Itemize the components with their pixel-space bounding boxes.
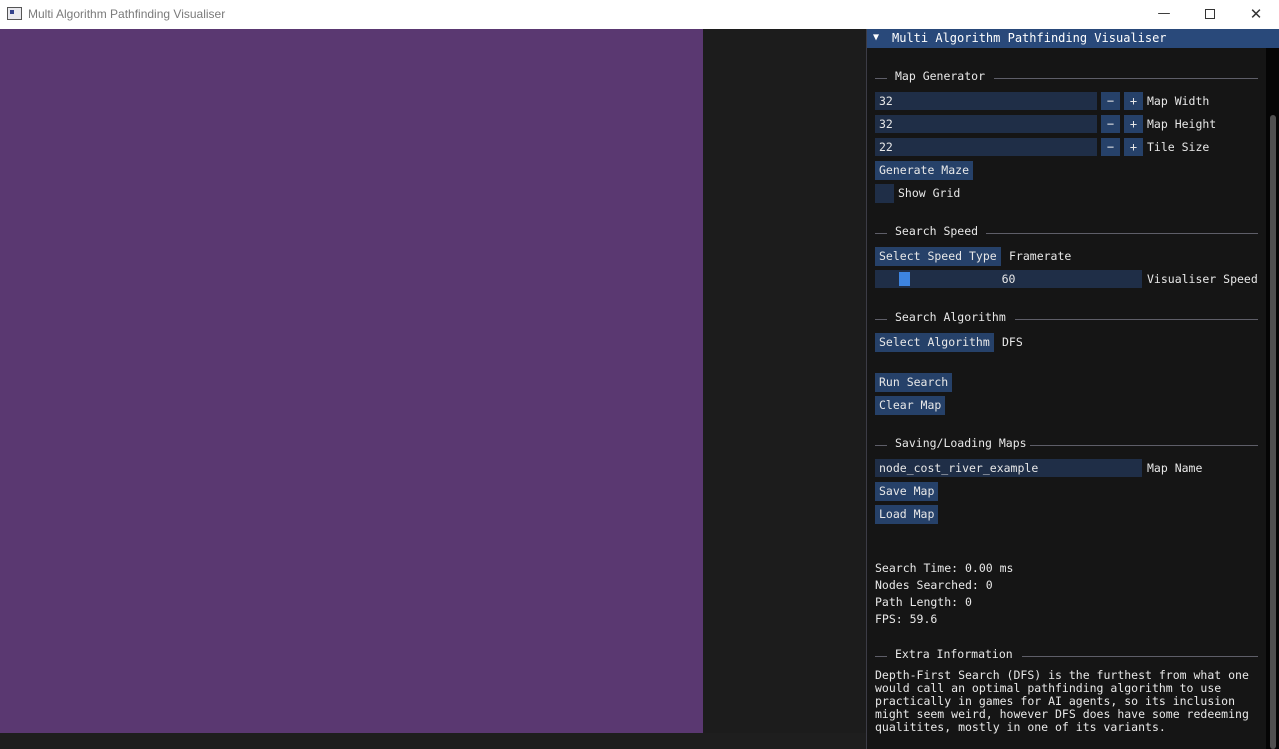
fps-stat: FPS: 59.6	[875, 612, 938, 626]
search-time-stat: Search Time: 0.00 ms	[875, 561, 1014, 575]
tile-size-label: Tile Size	[1147, 140, 1210, 154]
save-map-button[interactable]: Save Map	[875, 482, 939, 501]
selected-algorithm: DFS	[1002, 335, 1023, 349]
map-height-decrement-button[interactable]: −	[1101, 115, 1120, 133]
map-generator-header: Map Generator	[895, 69, 986, 83]
panel-title: Multi Algorithm Pathfinding Visualiser	[892, 31, 1167, 45]
clear-map-button[interactable]: Clear Map	[875, 396, 946, 415]
map-height-increment-button[interactable]: +	[1124, 115, 1143, 133]
close-button[interactable]: ✕	[1233, 0, 1279, 29]
map-name-label: Map Name	[1147, 461, 1203, 475]
map-width-input[interactable]: 32	[875, 92, 1097, 110]
show-grid-label: Show Grid	[898, 186, 961, 200]
map-canvas[interactable]	[0, 29, 703, 733]
extra-information-header: Extra Information	[895, 647, 1013, 661]
window-title: Multi Algorithm Pathfinding Visualiser	[28, 7, 226, 21]
tile-size-input[interactable]: 22	[875, 138, 1097, 156]
load-map-button[interactable]: Load Map	[875, 505, 939, 524]
window-titlebar: Multi Algorithm Pathfinding Visualiser —…	[0, 0, 1279, 29]
extra-information-text: Depth-First Search (DFS) is the furthest…	[875, 668, 1249, 734]
visualiser-speed-label: Visualiser Speed	[1147, 272, 1258, 286]
tile-size-decrement-button[interactable]: −	[1101, 138, 1120, 156]
scrollbar-thumb[interactable]	[1270, 115, 1276, 749]
search-algorithm-header: Search Algorithm	[895, 310, 1006, 324]
tile-size-increment-button[interactable]: +	[1124, 138, 1143, 156]
control-panel: ▼ Multi Algorithm Pathfinding Visualiser…	[866, 29, 1279, 749]
map-width-increment-button[interactable]: +	[1124, 92, 1143, 110]
map-height-label: Map Height	[1147, 117, 1217, 131]
generate-maze-button[interactable]: Generate Maze	[875, 161, 974, 180]
run-search-button[interactable]: Run Search	[875, 373, 953, 392]
select-algorithm-button[interactable]: Select Algorithm	[875, 333, 994, 352]
show-grid-checkbox[interactable]	[875, 184, 894, 203]
select-speed-type-button[interactable]: Select Speed Type	[875, 247, 1001, 266]
minimize-button[interactable]: —	[1141, 0, 1187, 29]
search-speed-separator: Search Speed	[875, 224, 1258, 240]
map-height-input[interactable]: 32	[875, 115, 1097, 133]
visualiser-speed-slider[interactable]: 60	[875, 270, 1142, 288]
map-width-label: Map Width	[1147, 94, 1210, 108]
nodes-searched-stat: Nodes Searched: 0	[875, 578, 993, 592]
map-width-decrement-button[interactable]: −	[1101, 92, 1120, 110]
selected-speed-type: Framerate	[1009, 249, 1072, 263]
maximize-icon	[1205, 8, 1215, 19]
panel-header[interactable]: ▼ Multi Algorithm Pathfinding Visualiser	[867, 29, 1279, 48]
search-speed-header: Search Speed	[895, 224, 979, 238]
extra-information-separator: Extra Information	[875, 647, 1258, 663]
window-background	[0, 733, 866, 749]
map-name-input[interactable]: node_cost_river_example	[875, 459, 1142, 477]
path-length-stat: Path Length: 0	[875, 595, 972, 609]
map-generator-separator: Map Generator	[875, 69, 1258, 85]
slider-value: 60	[1001, 272, 1016, 286]
saving-loading-separator: Saving/Loading Maps	[875, 436, 1258, 452]
search-algorithm-separator: Search Algorithm	[875, 310, 1258, 326]
app-icon	[7, 7, 22, 20]
collapse-triangle-icon[interactable]: ▼	[873, 32, 879, 43]
panel-scrollbar[interactable]	[1266, 48, 1279, 749]
saving-loading-header: Saving/Loading Maps	[895, 436, 1027, 450]
maximize-button[interactable]	[1187, 0, 1233, 29]
